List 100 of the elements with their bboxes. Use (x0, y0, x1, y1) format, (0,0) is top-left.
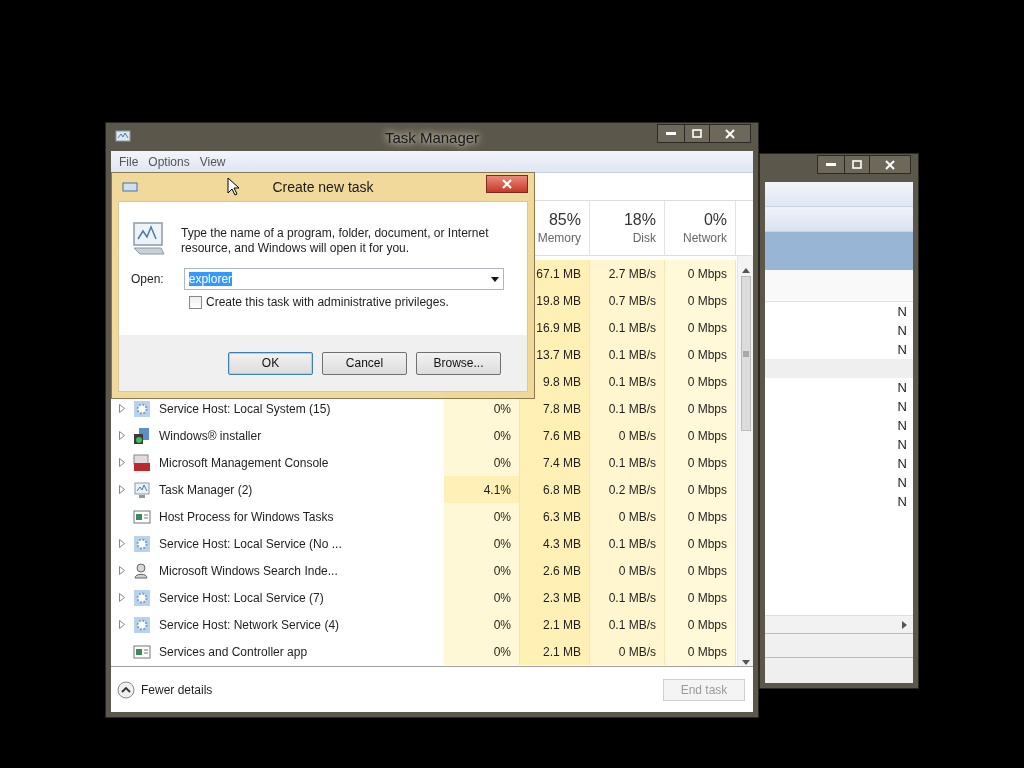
table-cell: N (897, 342, 907, 357)
scroll-up-icon[interactable] (742, 268, 750, 273)
dialog-button[interactable]: OK (228, 351, 313, 375)
menu-item[interactable]: View (195, 154, 230, 169)
close-button[interactable] (486, 175, 528, 193)
cpu-cell: 0% (444, 530, 520, 557)
toolbox-icon (133, 453, 151, 472)
window-title: Task Manager (384, 128, 480, 146)
network-cell: 0 Mbps (665, 476, 736, 503)
open-label: Open: (131, 272, 164, 286)
expand-arrow-icon[interactable] (119, 620, 125, 629)
table-cell: N (897, 418, 907, 433)
table-cell: N (897, 456, 907, 471)
monitor-icon (115, 130, 131, 144)
expand-arrow-icon[interactable] (119, 431, 125, 440)
cpu-cell: 0% (444, 638, 520, 665)
window-icon (133, 507, 151, 526)
monitor-icon (131, 220, 167, 256)
process-name: Microsoft Windows Search Inde... (159, 563, 338, 578)
disk-cell: 0.1 MB/s (590, 449, 665, 476)
network-cell: 0 Mbps (665, 260, 736, 287)
checkbox-label[interactable]: Create this task with administrative privileges. (206, 295, 449, 309)
memory-cell: 7.4 MB (520, 449, 590, 476)
disk-cell: 0.1 MB/s (590, 395, 665, 422)
memory-cell: 2.6 MB (520, 557, 590, 584)
disk-cell: 0 MB/s (590, 422, 665, 449)
expand-arrow-icon[interactable] (119, 539, 125, 548)
network-cell: 0 Mbps (665, 422, 736, 449)
process-name: Service Host: Local System (15) (159, 401, 331, 416)
disk-cell: 0.1 MB/s (590, 368, 665, 395)
network-cell: 0 Mbps (665, 368, 736, 395)
network-cell: 0 Mbps (665, 557, 736, 584)
network-cell: 0 Mbps (665, 341, 736, 368)
process-name: Service Host: Local Service (7) (159, 590, 324, 605)
expand-arrow-icon[interactable] (119, 566, 125, 575)
column-header[interactable]: 18% Disk (590, 201, 665, 256)
network-cell: 0 Mbps (665, 449, 736, 476)
scroll-down-icon[interactable] (742, 660, 750, 665)
close-button[interactable] (709, 124, 751, 143)
disk-cell: 0 MB/s (590, 638, 665, 665)
minimize-button[interactable] (657, 124, 685, 143)
dialog-button[interactable]: Browse... (416, 351, 501, 375)
disk-cell: 0.1 MB/s (590, 611, 665, 638)
memory-cell: 2.3 MB (520, 584, 590, 611)
table-cell: N (897, 437, 907, 452)
cpu-cell: 4.1% (444, 476, 520, 503)
maximize-icon (692, 129, 702, 138)
process-name: Microsoft Management Console (159, 455, 329, 470)
memory-cell: 7.8 MB (520, 395, 590, 422)
expand-arrow-icon[interactable] (119, 485, 125, 494)
vertical-scrollbar[interactable] (737, 256, 753, 666)
network-cell: 0 Mbps (665, 314, 736, 341)
maximize-icon (852, 160, 862, 169)
disk-cell: 0.1 MB/s (590, 530, 665, 557)
process-name: Service Host: Local Service (No ... (159, 536, 342, 551)
maximize-button[interactable] (684, 124, 710, 143)
memory-cell: 6.8 MB (520, 476, 590, 503)
disk-cell: 0 MB/s (590, 557, 665, 584)
minimize-icon (666, 131, 676, 136)
scroll-thumb[interactable] (741, 276, 751, 431)
minimize-icon (826, 162, 836, 167)
dropdown-caret-icon[interactable] (490, 276, 499, 282)
memory-cell: 2.1 MB (520, 638, 590, 665)
network-cell: 0 Mbps (665, 584, 736, 611)
table-cell: N (897, 399, 907, 414)
maximize-button[interactable] (844, 155, 870, 174)
disk-cell: 0.1 MB/s (590, 341, 665, 368)
memory-cell: 6.3 MB (520, 503, 590, 530)
window-icon (133, 642, 151, 661)
scroll-right-icon[interactable] (902, 620, 907, 629)
column-header[interactable]: 0% Network (665, 201, 736, 256)
network-cell: 0 Mbps (665, 503, 736, 530)
process-name: Services and Controller app (159, 644, 308, 659)
menu-item[interactable]: Options (144, 154, 194, 169)
minimize-button[interactable] (817, 155, 845, 174)
menu-item[interactable]: File (115, 154, 143, 169)
gear-icon (133, 534, 151, 553)
dialog-button[interactable]: Cancel (322, 351, 407, 375)
expand-arrow-icon[interactable] (119, 458, 125, 467)
grip-icon (743, 350, 749, 357)
user-search-icon (133, 561, 151, 580)
memory-cell: 2.1 MB (520, 611, 590, 638)
expand-arrow-icon[interactable] (119, 404, 125, 413)
process-name: Host Process for Windows Tasks (159, 509, 334, 524)
network-cell: 0 Mbps (665, 287, 736, 314)
disk-cell: 0.7 MB/s (590, 287, 665, 314)
checkbox[interactable] (189, 295, 202, 309)
close-button[interactable] (869, 155, 911, 174)
disk-cell: 0 MB/s (590, 503, 665, 530)
cpu-cell: 0% (444, 584, 520, 611)
fewer-details-button[interactable]: Fewer details (117, 680, 213, 699)
installer-icon (133, 426, 151, 445)
memory-cell: 4.3 MB (520, 530, 590, 557)
close-icon (502, 179, 512, 189)
horizontal-scrollbar[interactable] (765, 615, 913, 633)
dialog-title: Create new task (272, 179, 374, 195)
gear-icon (133, 399, 151, 418)
table-cell: N (897, 304, 907, 319)
expand-arrow-icon[interactable] (119, 593, 125, 602)
close-icon (885, 159, 895, 170)
